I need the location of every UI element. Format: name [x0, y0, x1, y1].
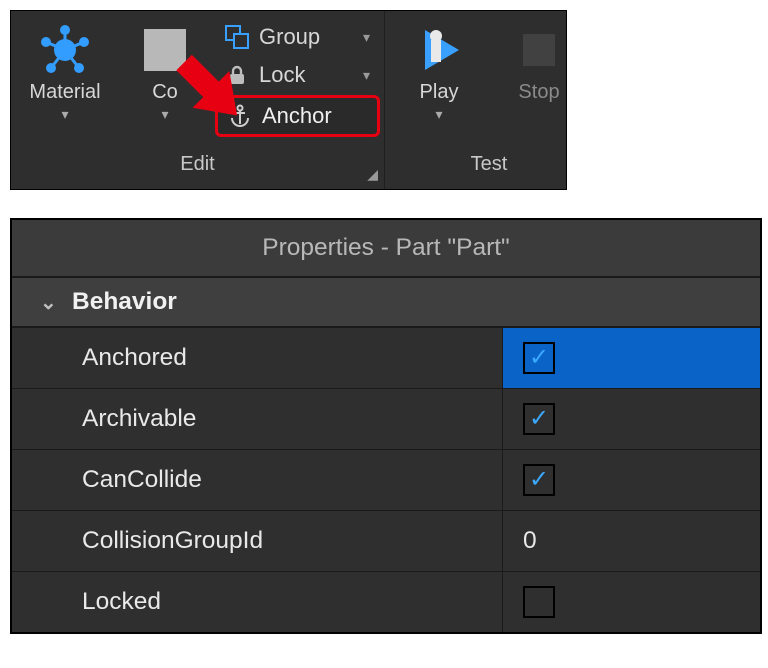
edit-mini-buttons: Group ▾ Lock ▾ [215, 17, 380, 153]
properties-title: Properties - Part "Part" [12, 220, 760, 277]
dropdown-caret-icon: ▾ [363, 67, 370, 84]
chevron-down-icon: ⌄ [40, 290, 56, 315]
ribbon-toolbar: Material ▾ Co ▾ [10, 10, 567, 190]
property-row-anchored[interactable]: Anchored ✓ [12, 327, 760, 388]
checkbox-checked-icon[interactable]: ✓ [523, 403, 555, 435]
play-button[interactable]: Play ▾ [389, 17, 489, 153]
play-icon [411, 19, 467, 81]
property-value[interactable]: ✓ [502, 572, 760, 632]
lock-button[interactable]: Lock ▾ [215, 57, 380, 93]
category-label: Behavior [72, 288, 177, 316]
property-value[interactable]: ✓ [502, 450, 760, 510]
group-label: Group [259, 24, 320, 50]
material-icon [37, 19, 93, 81]
ribbon-section-edit: Material ▾ Co ▾ [11, 11, 385, 189]
properties-panel: Properties - Part "Part" ⌄ Behavior Anch… [10, 218, 762, 634]
group-button[interactable]: Group ▾ [215, 19, 380, 55]
property-name: Anchored [12, 328, 502, 388]
checkbox-unchecked-icon[interactable]: ✓ [523, 586, 555, 618]
color-swatch-icon [140, 19, 190, 81]
property-name: CollisionGroupId [12, 511, 502, 571]
checkbox-checked-icon[interactable]: ✓ [523, 342, 555, 374]
property-row-archivable[interactable]: Archivable ✓ [12, 388, 760, 449]
property-name: Locked [12, 572, 502, 632]
property-row-locked[interactable]: Locked ✓ [12, 571, 760, 632]
checkbox-checked-icon[interactable]: ✓ [523, 464, 555, 496]
material-button[interactable]: Material ▾ [15, 17, 115, 153]
lock-label: Lock [259, 62, 305, 88]
property-row-cancollide[interactable]: CanCollide ✓ [12, 449, 760, 510]
edit-section-label: Edit [11, 153, 384, 189]
anchor-icon [226, 102, 254, 130]
color-label: Co [152, 81, 178, 104]
anchor-label: Anchor [262, 103, 332, 129]
property-value[interactable]: ✓ [502, 389, 760, 449]
color-button[interactable]: Co ▾ [115, 17, 215, 153]
property-name: CanCollide [12, 450, 502, 510]
material-label: Material [29, 81, 100, 104]
dropdown-caret-icon: ▾ [363, 29, 370, 46]
stop-button[interactable]: Stop [489, 17, 589, 153]
lock-icon [223, 61, 251, 89]
dropdown-caret-icon: ▾ [61, 106, 68, 123]
ribbon-section-test: Play ▾ Stop Test [385, 11, 593, 189]
anchor-button[interactable]: Anchor [215, 95, 380, 137]
property-row-collisiongroupid[interactable]: CollisionGroupId 0 [12, 510, 760, 571]
property-value[interactable]: 0 [502, 511, 760, 571]
section-expand-icon[interactable]: ◢ [367, 166, 378, 183]
property-value[interactable]: ✓ [502, 328, 760, 388]
dropdown-caret-icon: ▾ [161, 106, 168, 123]
group-icon [223, 23, 251, 51]
category-behavior[interactable]: ⌄ Behavior [12, 277, 760, 327]
stop-label: Stop [518, 81, 559, 104]
play-label: Play [420, 81, 459, 104]
test-section-label: Test [385, 153, 593, 189]
dropdown-caret-icon: ▾ [435, 106, 442, 123]
property-name: Archivable [12, 389, 502, 449]
stop-icon [517, 19, 561, 81]
